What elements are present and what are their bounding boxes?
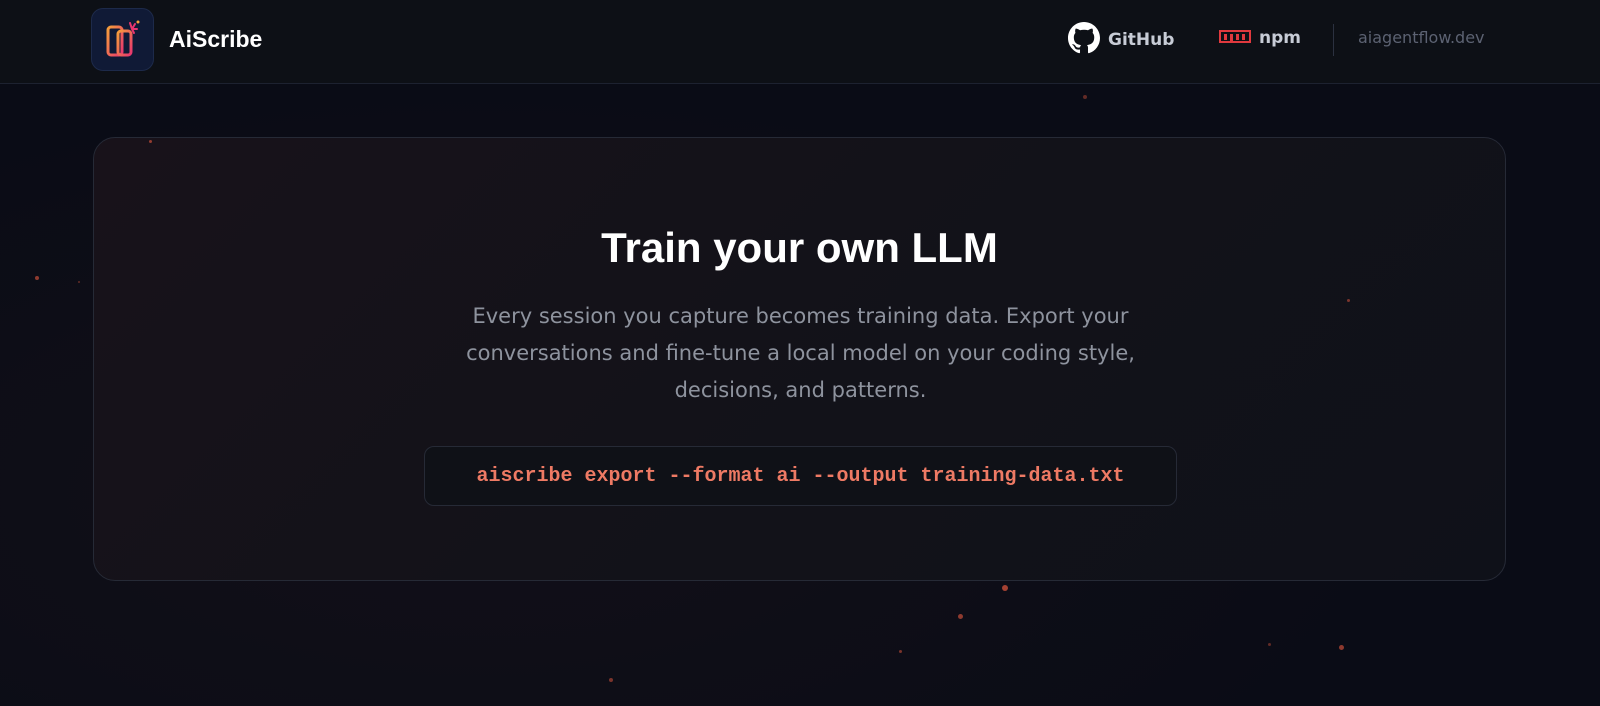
particle <box>609 678 613 682</box>
command-text: aiscribe export --format ai --output tra… <box>476 464 1125 488</box>
aiscribe-logo-icon <box>91 8 154 71</box>
card-title: Train your own LLM <box>601 224 998 271</box>
particle <box>35 276 39 280</box>
github-icon <box>1068 22 1100 58</box>
site-link[interactable]: aiagentflow.dev <box>1358 28 1485 47</box>
nav-divider <box>1333 24 1334 56</box>
page: AiScribe GitHub npm aiagentflow.dev Trai… <box>0 0 1600 706</box>
particle <box>1268 643 1271 646</box>
npm-link[interactable]: npm <box>1219 28 1301 48</box>
card-description: Every session you capture becomes traini… <box>466 304 1135 402</box>
brand-name: AiScribe <box>169 26 263 52</box>
particle <box>149 140 152 143</box>
particle <box>1347 299 1350 302</box>
github-link[interactable]: GitHub <box>1068 22 1174 58</box>
particle <box>958 614 963 619</box>
npm-icon <box>1219 29 1251 48</box>
particle <box>899 650 902 653</box>
npm-label: npm <box>1259 28 1301 48</box>
github-label: GitHub <box>1108 30 1175 50</box>
particle <box>78 281 80 283</box>
particle <box>1339 645 1344 650</box>
particle <box>1083 95 1087 99</box>
particle <box>1002 585 1008 591</box>
command-box[interactable]: aiscribe export --format ai --output tra… <box>424 446 1177 506</box>
train-llm-card: Train your own LLM Every session you cap… <box>93 137 1506 581</box>
top-nav-bar: AiScribe GitHub npm aiagentflow.dev <box>0 0 1600 84</box>
brand[interactable]: AiScribe <box>91 8 262 71</box>
